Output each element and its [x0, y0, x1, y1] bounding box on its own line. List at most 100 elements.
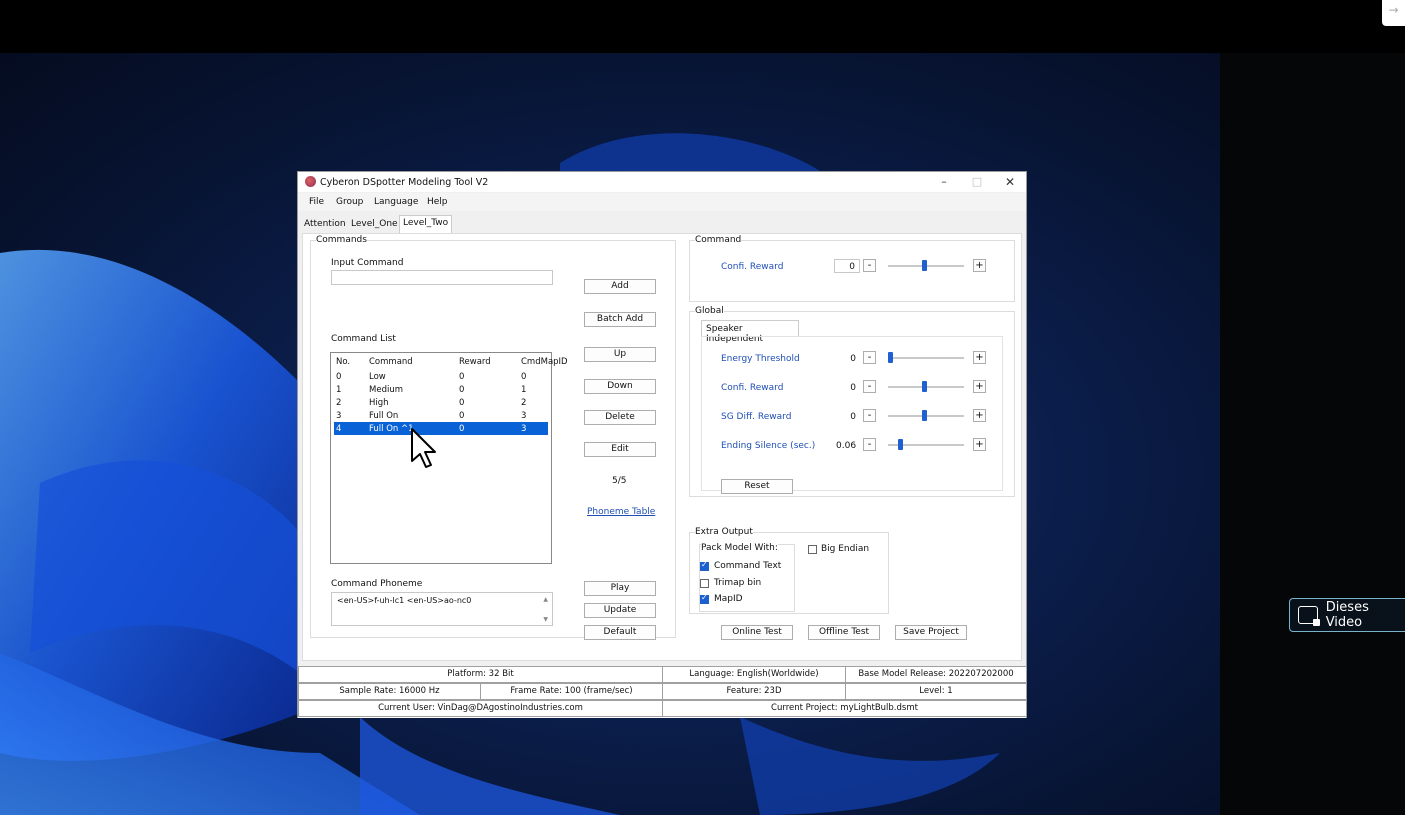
add-button[interactable]: Add: [584, 279, 656, 294]
command-panel-label: Command: [695, 235, 742, 245]
mouse-pointer-icon: [411, 428, 436, 468]
background-panel: [1220, 53, 1405, 815]
cell-reward: 0: [459, 411, 465, 421]
phoneme-table-link[interactable]: Phoneme Table: [587, 507, 656, 517]
sg-diff-reward-minus[interactable]: -: [863, 409, 876, 422]
mapid-checkbox[interactable]: [700, 593, 709, 604]
command-confi-reward-minus[interactable]: -: [863, 259, 876, 272]
extra-output-label: Extra Output: [695, 527, 753, 537]
command-text-checkbox[interactable]: [700, 560, 709, 571]
play-button[interactable]: Play: [584, 581, 656, 596]
cell-reward: 0: [459, 398, 465, 408]
screen: → Dieses Video Cyberon DSpotter Modeling…: [0, 0, 1405, 815]
energy-threshold-slider[interactable]: [888, 357, 964, 359]
command-list-header: No. Command Reward CmdMapID: [331, 355, 568, 368]
column-mapid[interactable]: CmdMapID: [521, 357, 568, 367]
menu-group[interactable]: Group: [336, 197, 363, 207]
status-base-model: Base Model Release: 202207202000: [845, 666, 1027, 683]
ending-silence-value: 0.06: [836, 441, 857, 451]
menu-language[interactable]: Language: [374, 197, 418, 207]
slider-thumb[interactable]: [922, 410, 927, 421]
energy-threshold-plus[interactable]: +: [973, 351, 986, 364]
cell-mapid: 3: [521, 411, 527, 421]
save-project-button[interactable]: Save Project: [895, 625, 967, 640]
cell-command: Full On ^1: [369, 424, 414, 434]
cell-no: 2: [336, 398, 342, 408]
sg-diff-reward-plus[interactable]: +: [973, 409, 986, 422]
energy-threshold-minus[interactable]: -: [863, 351, 876, 364]
energy-threshold-value: 0: [850, 354, 856, 364]
close-button[interactable]: ✕: [997, 174, 1023, 190]
global-confi-reward-value: 0: [850, 383, 856, 393]
default-button[interactable]: Default: [584, 625, 656, 640]
status-current-project: Current Project: myLightBulb.dsmt: [662, 700, 1027, 717]
command-phoneme-field[interactable]: <en-US>f-uh-lc1 <en-US>ao-nc0 ▲ ▼: [331, 592, 553, 626]
command-row[interactable]: 1 Medium 0 1: [331, 383, 551, 396]
cell-no: 3: [336, 411, 342, 421]
window-title: Cyberon DSpotter Modeling Tool V2: [320, 177, 489, 188]
level-tabs: Attention Level_One Level_Two: [298, 215, 1026, 233]
maximize-button[interactable]: □: [964, 174, 990, 190]
up-button[interactable]: Up: [584, 347, 656, 362]
update-button[interactable]: Update: [584, 603, 656, 618]
slider-thumb[interactable]: [888, 352, 893, 363]
status-feature: Feature: 23D: [662, 683, 846, 700]
tab-level-one[interactable]: Level_One: [348, 217, 401, 233]
cell-mapid: 1: [521, 385, 527, 395]
column-command[interactable]: Command: [369, 357, 413, 367]
edit-button[interactable]: Edit: [584, 442, 656, 457]
slider-thumb[interactable]: [922, 381, 927, 392]
menu-bar: File Group Language Help: [298, 193, 1026, 211]
ending-silence-minus[interactable]: -: [863, 438, 876, 451]
title-bar[interactable]: Cyberon DSpotter Modeling Tool V2 – □ ✕: [298, 172, 1026, 192]
reset-button[interactable]: Reset: [721, 479, 793, 494]
global-confi-reward-plus[interactable]: +: [973, 380, 986, 393]
cell-no: 1: [336, 385, 342, 395]
tab-speaker-independent[interactable]: Speaker Independent: [701, 320, 799, 344]
cell-command: High: [369, 398, 389, 408]
ending-silence-plus[interactable]: +: [973, 438, 986, 451]
menu-file[interactable]: File: [309, 197, 324, 207]
big-endian-checkbox[interactable]: [808, 545, 817, 554]
slider-thumb[interactable]: [898, 439, 903, 450]
command-count: 5/5: [612, 476, 627, 486]
command-list[interactable]: No. Command Reward CmdMapID 0 Low 0 0 1 …: [330, 352, 568, 564]
command-row[interactable]: 3 Full On 0 3: [331, 409, 551, 422]
sg-diff-reward-value: 0: [850, 412, 856, 422]
status-current-user: Current User: VinDag@DAgostinoIndustries…: [298, 700, 663, 717]
trimap-bin-label: Trimap bin: [714, 578, 762, 588]
status-bar: Platform: 32 Bit Language: English(World…: [298, 666, 1027, 718]
column-reward[interactable]: Reward: [459, 357, 491, 367]
offline-test-button[interactable]: Offline Test: [808, 625, 880, 640]
trimap-bin-checkbox[interactable]: [700, 579, 709, 588]
online-test-button[interactable]: Online Test: [721, 625, 793, 640]
input-command-label: Input Command: [331, 258, 404, 268]
command-row-selected[interactable]: 4 Full On ^1 0 3: [334, 422, 548, 435]
minimize-button[interactable]: –: [931, 174, 957, 190]
command-confi-reward-plus[interactable]: +: [973, 259, 986, 272]
arrow-icon[interactable]: →: [1382, 0, 1405, 26]
scroll-up-icon[interactable]: ▲: [543, 596, 548, 603]
command-text-label: Command Text: [714, 561, 782, 571]
global-confi-reward-label: Confi. Reward: [721, 383, 784, 393]
cell-mapid: 0: [521, 372, 527, 382]
menu-help[interactable]: Help: [427, 197, 448, 207]
down-button[interactable]: Down: [584, 379, 656, 394]
tab-attention[interactable]: Attention: [301, 217, 349, 233]
delete-button[interactable]: Delete: [584, 410, 656, 425]
picture-in-picture-button[interactable]: Dieses Video: [1289, 598, 1405, 632]
command-row[interactable]: 2 High 0 2: [331, 396, 551, 409]
cell-mapid: 3: [521, 424, 527, 434]
tab-level-two[interactable]: Level_Two: [399, 215, 453, 233]
global-confi-reward-minus[interactable]: -: [863, 380, 876, 393]
scroll-down-icon[interactable]: ▼: [543, 616, 548, 623]
command-confi-reward-label: Confi. Reward: [721, 262, 784, 272]
batch-add-button[interactable]: Batch Add: [584, 312, 656, 327]
overlay-label: Dieses Video: [1325, 600, 1369, 630]
input-command-field[interactable]: [331, 270, 553, 285]
ending-silence-label: Ending Silence (sec.): [721, 441, 816, 451]
slider-thumb[interactable]: [922, 260, 927, 271]
column-no[interactable]: No.: [336, 357, 350, 367]
sg-diff-reward-label: SG Diff. Reward: [721, 412, 792, 422]
command-row[interactable]: 0 Low 0 0: [331, 370, 551, 383]
